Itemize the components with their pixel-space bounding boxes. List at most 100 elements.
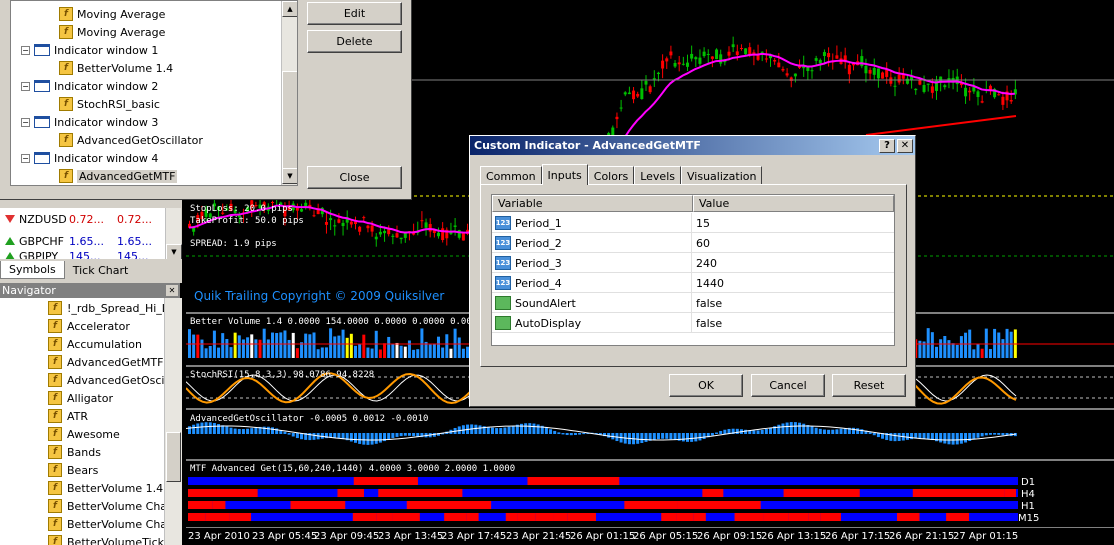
scroll-down-button[interactable]: ▼	[166, 244, 182, 260]
x-tick: 23 Apr 17:45	[441, 531, 507, 542]
indicators-window: f Moving Average f Moving Average − Indicator…	[0, 0, 412, 200]
dialog-close-button[interactable]: ✕	[897, 138, 913, 153]
volume-bar	[947, 340, 951, 358]
ok-button[interactable]: OK	[669, 374, 743, 397]
oscillator-bar	[756, 430, 760, 434]
value-cell[interactable]: 15	[696, 213, 710, 233]
value-cell[interactable]: 1440	[696, 273, 724, 293]
candle-body	[864, 65, 868, 74]
tab-visualization[interactable]: Visualization	[681, 166, 763, 185]
tree-indicator-node[interactable]: f AdvancedGetMTF	[59, 167, 178, 185]
value-cell[interactable]: 60	[696, 233, 710, 253]
tree-window-node[interactable]: − Indicator window 2	[21, 77, 158, 95]
indicators-tree[interactable]: f Moving Average f Moving Average − Indicator…	[10, 0, 298, 186]
tab-tick-chart[interactable]: Tick Chart	[65, 261, 137, 279]
navigator-item[interactable]: f AdvancedGetMTF	[48, 353, 163, 371]
collapse-icon[interactable]: −	[21, 81, 30, 91]
inputs-grid[interactable]: Variable Value 123 Period_1 15 123 Period_2 6…	[491, 194, 895, 346]
scroll-up-button[interactable]: ▲	[282, 1, 297, 17]
tree-indicator-node[interactable]: f BetterVolume 1.4	[59, 59, 173, 77]
navigator-item[interactable]: f BetterVolume Chart	[48, 515, 164, 533]
input-row[interactable]: 123 Period_2 60	[492, 233, 894, 253]
market-scrollbar[interactable]: ▼	[165, 208, 182, 260]
oscillator-bar	[607, 433, 611, 438]
reset-button[interactable]: Reset	[832, 374, 906, 397]
oscillator-bar	[852, 427, 855, 434]
candle-body	[702, 51, 706, 57]
tree-indicator-node[interactable]: f AdvancedGetOscillator	[59, 131, 203, 149]
navigator-item[interactable]: f Bears	[48, 461, 98, 479]
dialog-titlebar[interactable]: Custom Indicator - AdvancedGetMTF ? ✕	[470, 136, 915, 155]
column-header-variable[interactable]: Variable	[492, 195, 693, 212]
market-row[interactable]: NZDUSD 0.72... 0.72...	[0, 208, 165, 230]
variable-name: AutoDisplay	[515, 316, 582, 330]
oscillator-bar	[499, 428, 503, 434]
navigator-item[interactable]: f AdvancedGetOscilla	[48, 371, 164, 389]
navigator-header[interactable]: Navigator ✕	[0, 283, 180, 298]
input-row[interactable]: AutoDisplay false	[492, 313, 894, 333]
market-row[interactable]: GBPCHF 1.65... 1.65...	[0, 230, 165, 252]
candle-body	[387, 229, 391, 235]
navigator-list[interactable]: f !_rdb_Spread_Hi_Lo f Accelerator f Accumula…	[0, 298, 164, 545]
oscillator-bar	[690, 433, 694, 442]
value-cell[interactable]: false	[696, 293, 722, 313]
tree-window-node[interactable]: − Indicator window 1	[21, 41, 158, 59]
function-icon: f	[48, 535, 62, 545]
tree-scrollbar[interactable]: ▲ ▼	[281, 1, 297, 185]
tab-inputs[interactable]: Inputs	[541, 164, 588, 185]
column-header-value[interactable]: Value	[693, 195, 894, 212]
navigator-item[interactable]: f Alligator	[48, 389, 113, 407]
tree-indicator-node[interactable]: f Moving Average	[59, 5, 165, 23]
close-button[interactable]: Close	[307, 166, 402, 189]
navigator-item[interactable]: f Awesome	[48, 425, 120, 443]
value-cell[interactable]: false	[696, 313, 722, 333]
input-row[interactable]: 123 Period_4 1440	[492, 273, 894, 293]
collapse-icon[interactable]: −	[21, 45, 30, 55]
input-row[interactable]: SoundAlert false	[492, 293, 894, 313]
collapse-icon[interactable]: −	[21, 117, 30, 127]
candle-body	[437, 232, 440, 237]
panel-separator[interactable]	[186, 408, 1114, 410]
tree-indicator-node[interactable]: f StochRSI_basic	[59, 95, 160, 113]
help-button[interactable]: ?	[879, 138, 895, 153]
collapse-icon[interactable]: −	[21, 153, 30, 163]
delete-button[interactable]: Delete	[307, 30, 402, 53]
scroll-down-button[interactable]: ▼	[282, 168, 297, 184]
tree-window-node[interactable]: − Indicator window 3	[21, 113, 158, 131]
navigator-item[interactable]: f BetterVolume Chart	[48, 497, 164, 515]
navigator-item[interactable]: f BetterVolume 1.4	[48, 479, 163, 497]
tab-common[interactable]: Common	[480, 166, 542, 185]
navigator-item[interactable]: f ATR	[48, 407, 88, 425]
mtf-red-segment	[946, 513, 970, 521]
tree-node-label: Moving Average	[77, 7, 166, 21]
oscillator-bar	[254, 427, 258, 434]
tab-colors[interactable]: Colors	[587, 166, 635, 185]
navigator-scrollbar[interactable]	[164, 298, 182, 545]
scroll-thumb[interactable]	[166, 432, 181, 482]
navigator-item[interactable]: f !_rdb_Spread_Hi_Lo	[48, 299, 164, 317]
navigator-item-label: AdvancedGetMTF	[67, 355, 164, 369]
input-row[interactable]: 123 Period_1 15	[492, 213, 894, 233]
candle-body	[644, 80, 648, 85]
edit-button[interactable]: Edit	[307, 2, 402, 25]
close-icon[interactable]: ✕	[166, 285, 178, 296]
cancel-button[interactable]: Cancel	[751, 374, 825, 397]
oscillator-bar	[399, 433, 403, 437]
tree-indicator-node[interactable]: f Moving Average	[59, 23, 165, 41]
volume-bar	[395, 342, 399, 358]
value-cell[interactable]: 240	[696, 253, 717, 273]
function-icon: f	[48, 427, 62, 441]
mtf-red-segment	[205, 513, 230, 521]
tree-window-node[interactable]: − Indicator window 4	[21, 149, 158, 167]
bid-price: 0.72...	[69, 212, 104, 226]
navigator-item[interactable]: f Accelerator	[48, 317, 130, 335]
tab-levels[interactable]: Levels	[634, 166, 681, 185]
candle-body	[814, 58, 818, 61]
scroll-thumb[interactable]	[282, 71, 297, 169]
panel-separator[interactable]	[186, 459, 1114, 461]
input-row[interactable]: 123 Period_3 240	[492, 253, 894, 273]
navigator-item[interactable]: f Bands	[48, 443, 101, 461]
navigator-item[interactable]: f BetterVolumeTicks	[48, 533, 164, 545]
tab-symbols[interactable]: Symbols	[0, 261, 65, 279]
navigator-item[interactable]: f Accumulation	[48, 335, 142, 353]
